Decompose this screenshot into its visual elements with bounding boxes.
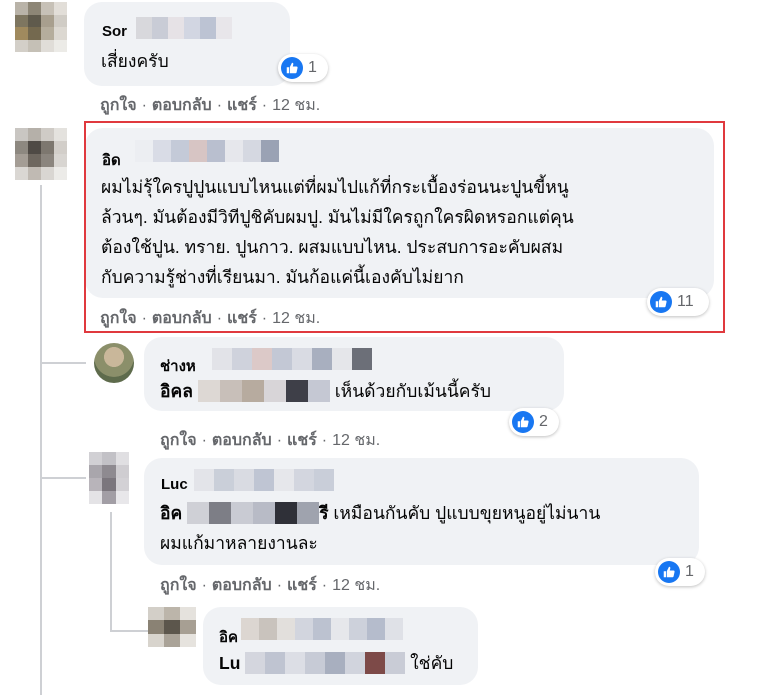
reply-link[interactable]: ตอบกลับ — [212, 432, 272, 449]
redacted-mention — [197, 380, 330, 402]
reaction-count-label: 1 — [685, 563, 694, 580]
comment-bubble: Sor เสี่ยงครับ — [84, 2, 290, 86]
thumbs-up-icon — [658, 561, 680, 583]
reaction-count-label: 1 — [308, 59, 317, 76]
reply-body: อิคล เห็นด้วยกับเม้นนี้ครับ — [160, 377, 491, 405]
redacted-mention — [187, 502, 320, 524]
avatar[interactable] — [15, 2, 67, 52]
reply-author[interactable]: ช่างห — [160, 354, 196, 378]
comment-author[interactable]: Sor — [102, 23, 127, 40]
timestamp[interactable]: 12 ชม. — [272, 97, 320, 114]
mention-tag[interactable]: Lu — [219, 653, 240, 673]
mention-tag-tail[interactable]: รี — [319, 503, 328, 523]
share-link[interactable]: แชร์ — [287, 577, 317, 594]
reply-text: ใช่คับ — [410, 653, 454, 673]
reply-author[interactable]: อิค — [219, 625, 238, 649]
reply-actions: ถูกใจ · ตอบกลับ · แชร์ · 12 ชม. — [160, 432, 381, 449]
redacted-name — [241, 618, 403, 640]
mention-tag[interactable]: อิค — [160, 503, 182, 523]
reply-body: Lu ใช่คับ — [219, 649, 453, 677]
reaction-count[interactable]: 1 — [278, 54, 328, 82]
like-link[interactable]: ถูกใจ — [160, 432, 197, 449]
reply-link[interactable]: ตอบกลับ — [152, 97, 212, 114]
like-link[interactable]: ถูกใจ — [160, 577, 197, 594]
reply-text: เหมือนกันคับ ปูแบบขุยหนูอยู่ไม่นาน — [333, 503, 601, 523]
avatar[interactable] — [94, 343, 134, 383]
comment-actions: ถูกใจ · ตอบกลับ · แชร์ · 12 ชม. — [100, 97, 321, 114]
reply-actions: ถูกใจ · ตอบกลับ · แชร์ · 12 ชม. — [160, 577, 381, 594]
timestamp[interactable]: 12 ชม. — [332, 577, 380, 594]
reply-bubble: อิค Lu ใช่คับ — [203, 607, 478, 685]
reply-connector — [40, 362, 86, 364]
reply-text: เห็นด้วยกับเม้นนี้ครับ — [334, 381, 491, 401]
reply-bubble: Luc อิค รี เหมือนกันคับ ปูแบบขุยหนูอยู่ไ… — [144, 458, 699, 565]
reply-link[interactable]: ตอบกลับ — [212, 577, 272, 594]
reply-text-line2: ผมแก้มาหลายงานละ — [160, 533, 318, 553]
reply-author[interactable]: Luc — [161, 476, 188, 493]
redacted-name — [194, 469, 334, 491]
share-link[interactable]: แชร์ — [287, 432, 317, 449]
reply-bubble: ช่างห อิคล เห็นด้วยกับเม้นนี้ครับ — [144, 337, 564, 411]
share-link[interactable]: แชร์ — [227, 97, 257, 114]
redacted-mention — [245, 652, 406, 674]
avatar[interactable] — [89, 452, 129, 504]
reaction-count[interactable]: 1 — [655, 558, 705, 586]
timestamp[interactable]: 12 ชม. — [332, 432, 380, 449]
thumbs-up-icon — [281, 57, 303, 79]
reply-connector — [40, 477, 86, 479]
reply-connector — [110, 630, 148, 632]
reaction-count-label: 2 — [539, 413, 548, 430]
avatar[interactable] — [15, 128, 67, 180]
mention-tag[interactable]: อิคล — [160, 381, 193, 401]
thumbs-up-icon — [512, 411, 534, 433]
reply-body: อิค รี เหมือนกันคับ ปูแบบขุยหนูอยู่ไม่นา… — [160, 498, 600, 558]
like-link[interactable]: ถูกใจ — [100, 97, 137, 114]
redacted-name — [136, 17, 232, 39]
thread-line — [110, 512, 112, 632]
avatar[interactable] — [148, 607, 196, 647]
reaction-count[interactable]: 2 — [509, 408, 559, 436]
highlight-box — [84, 121, 725, 333]
redacted-name — [212, 348, 372, 370]
thread-line — [40, 185, 42, 695]
comment-text: เสี่ยงครับ — [101, 51, 169, 71]
